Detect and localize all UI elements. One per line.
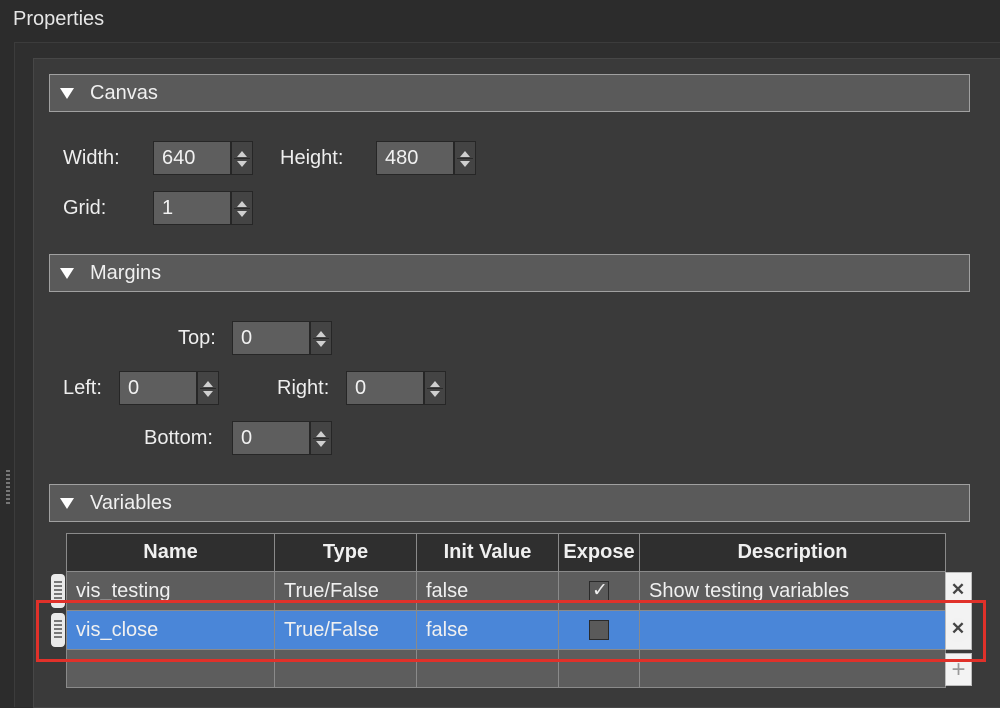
highlight-annotation xyxy=(36,600,986,662)
top-field[interactable]: 0 xyxy=(232,321,310,355)
height-label: Height: xyxy=(280,147,344,169)
left-label: Left: xyxy=(63,377,102,399)
width-label: Width: xyxy=(63,147,120,169)
disclosure-triangle-icon xyxy=(60,88,74,99)
variables-section-label: Variables xyxy=(90,492,172,514)
width-stepper[interactable] xyxy=(231,141,253,175)
top-stepper[interactable] xyxy=(310,321,332,355)
grid-label: Grid: xyxy=(63,197,107,219)
height-field[interactable]: 480 xyxy=(376,141,454,175)
right-stepper[interactable] xyxy=(424,371,446,405)
column-header-description[interactable]: Description xyxy=(639,533,946,572)
column-header-init-value[interactable]: Init Value xyxy=(416,533,559,572)
variables-section-header[interactable]: Variables xyxy=(49,484,970,522)
canvas-section-label: Canvas xyxy=(90,82,158,104)
right-label: Right: xyxy=(277,377,330,399)
left-field[interactable]: 0 xyxy=(119,371,197,405)
margins-section-header[interactable]: Margins xyxy=(49,254,970,292)
bottom-stepper[interactable] xyxy=(310,421,332,455)
resize-grip[interactable] xyxy=(6,470,10,504)
grid-field[interactable]: 1 xyxy=(153,191,231,225)
top-label: Top: xyxy=(178,327,216,349)
panel-title: Properties xyxy=(13,8,105,30)
table-header-row: Name Type Init Value Expose Description xyxy=(66,533,946,572)
canvas-section-header[interactable]: Canvas xyxy=(49,74,970,112)
checkmark-icon: ✓ xyxy=(592,580,608,602)
expose-checkbox[interactable]: ✓ xyxy=(589,580,609,602)
margins-section-label: Margins xyxy=(90,262,162,284)
bottom-field[interactable]: 0 xyxy=(232,421,310,455)
right-field[interactable]: 0 xyxy=(346,371,424,405)
column-header-expose[interactable]: Expose xyxy=(558,533,640,572)
width-field[interactable]: 640 xyxy=(153,141,231,175)
bottom-label: Bottom: xyxy=(144,427,213,449)
left-stepper[interactable] xyxy=(197,371,219,405)
column-header-type[interactable]: Type xyxy=(274,533,417,572)
height-stepper[interactable] xyxy=(454,141,476,175)
column-header-name[interactable]: Name xyxy=(66,533,275,572)
grid-stepper[interactable] xyxy=(231,191,253,225)
disclosure-triangle-icon xyxy=(60,498,74,509)
disclosure-triangle-icon xyxy=(60,268,74,279)
